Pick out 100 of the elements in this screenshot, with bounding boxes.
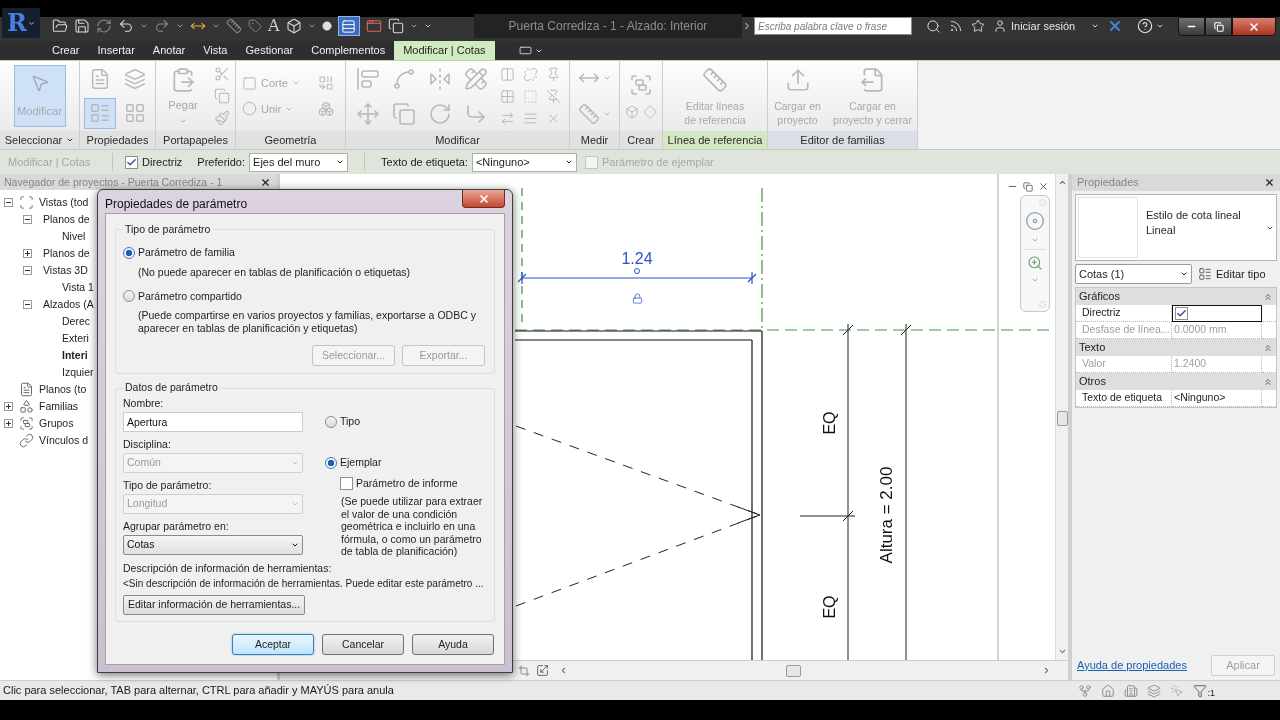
dropdown[interactable]: Cotas — [123, 535, 303, 555]
dot-icon[interactable] — [1039, 301, 1046, 308]
dimension-line[interactable] — [517, 271, 757, 285]
wheel-icon[interactable] — [1025, 211, 1045, 231]
tree-item[interactable]: Planos de — [43, 211, 90, 228]
tree-item[interactable]: Vistas 3D — [43, 262, 88, 279]
lock-icon[interactable] — [632, 293, 643, 304]
crop-icon[interactable] — [518, 664, 530, 677]
search-field[interactable]: Escriba palabra clave o frase — [754, 17, 912, 35]
dot-icon[interactable] — [321, 21, 332, 31]
rectangle-icon[interactable] — [518, 44, 532, 57]
horizontal-scrollbar[interactable] — [559, 662, 1051, 679]
tree-item[interactable]: Alzados (A — [43, 296, 94, 313]
feed-icon[interactable] — [949, 19, 963, 33]
tree-item[interactable]: Planos (to — [39, 381, 87, 398]
building-icon[interactable] — [1124, 683, 1139, 698]
type-selector[interactable]: Estilo de cota lineal Lineal — [1075, 194, 1277, 261]
scroll-thumb[interactable] — [1056, 411, 1068, 426]
close-icon[interactable] — [1038, 181, 1049, 192]
collapse-icon[interactable] — [1263, 291, 1273, 302]
scale-icon[interactable] — [536, 664, 549, 677]
copy-icon[interactable] — [214, 88, 230, 104]
checkbox[interactable] — [340, 476, 353, 490]
ribbon-tab[interactable]: Complementos — [302, 41, 395, 60]
filter-icon[interactable] — [1193, 683, 1208, 698]
tree-item[interactable]: Interi — [62, 347, 88, 364]
radio-button[interactable] — [123, 290, 135, 303]
copy-icon[interactable] — [392, 101, 416, 126]
plus-box-icon[interactable] — [23, 249, 32, 258]
radio-button[interactable] — [325, 456, 337, 469]
ruler-icon[interactable] — [578, 103, 600, 125]
zoom-icon[interactable] — [1027, 255, 1043, 271]
help-link[interactable]: Ayuda de propiedades — [1077, 656, 1187, 674]
tag-icon[interactable] — [248, 19, 262, 33]
ribbon-tab[interactable]: Gestionar — [236, 41, 303, 60]
category-header[interactable]: Otros — [1076, 373, 1276, 390]
brush-icon[interactable] — [214, 110, 230, 126]
tree-item[interactable]: Derec — [62, 313, 90, 330]
boxes-icon[interactable] — [318, 100, 334, 117]
tree-item[interactable]: Vistas (tod — [39, 194, 89, 211]
vertical-scrollbar[interactable] — [1055, 174, 1068, 660]
search-icon[interactable] — [926, 18, 941, 34]
folder-icon[interactable] — [52, 18, 68, 34]
ribbon-tab[interactable]: Insertar — [88, 41, 144, 60]
tree-item[interactable]: Planos de — [43, 245, 90, 262]
radio-button[interactable] — [325, 415, 337, 428]
minus-box-icon[interactable] — [23, 215, 32, 224]
shapes-icon[interactable] — [318, 75, 334, 92]
radio-button[interactable] — [123, 246, 135, 259]
dot-icon[interactable] — [1039, 199, 1046, 206]
mirror-icon[interactable] — [428, 66, 452, 91]
caret-icon[interactable] — [1156, 22, 1165, 30]
grid-icon[interactable] — [500, 88, 515, 104]
minus-box-icon[interactable] — [4, 198, 13, 207]
minus-box-icon[interactable] — [23, 266, 32, 275]
tree-item[interactable]: Familias — [39, 398, 79, 415]
sign-in-button[interactable]: Iniciar sesión — [993, 17, 1076, 35]
checkbox[interactable] — [1175, 307, 1188, 320]
ribbon-tab[interactable]: Anotar — [143, 41, 195, 60]
cube-icon[interactable] — [285, 18, 302, 34]
dimension-value[interactable]: 1.24 — [621, 250, 653, 268]
text-input[interactable]: Apertura — [123, 412, 303, 432]
windows-icon[interactable] — [387, 18, 404, 34]
pointer-icon[interactable] — [1170, 683, 1185, 698]
toggle-button[interactable] — [337, 16, 360, 36]
help-icon[interactable] — [1137, 18, 1154, 34]
collapse-icon[interactable] — [1263, 376, 1273, 387]
text-tool-button[interactable]: A — [268, 18, 280, 34]
plus-box-icon[interactable] — [4, 419, 13, 428]
layers-icon[interactable] — [1147, 683, 1162, 698]
minus-box-icon[interactable] — [23, 300, 32, 309]
dialog-button[interactable]: Ayuda — [412, 634, 494, 655]
minimize-button[interactable] — [1178, 17, 1205, 36]
category-header[interactable]: Gráficos — [1076, 288, 1276, 305]
close-button[interactable] — [1232, 17, 1276, 36]
scroll-thumb[interactable] — [786, 664, 801, 677]
window-icon[interactable] — [365, 18, 382, 34]
arrows-icon[interactable] — [500, 110, 515, 126]
tree-item[interactable]: Grupos — [39, 415, 74, 432]
close-icon[interactable] — [1264, 177, 1275, 188]
category-dropdown[interactable]: Cotas (1) — [1075, 264, 1192, 284]
ribbon-tab[interactable]: Crear — [43, 41, 89, 60]
caret-icon[interactable] — [140, 22, 148, 30]
unlink-icon[interactable] — [523, 66, 538, 82]
plus-box-icon[interactable] — [4, 402, 13, 411]
property-value[interactable] — [1172, 305, 1262, 322]
move-icon[interactable] — [356, 101, 380, 126]
pencil-ruler-icon[interactable] — [464, 66, 488, 91]
checkbox[interactable] — [125, 155, 138, 169]
restore-icon[interactable] — [1023, 181, 1033, 192]
pin-icon[interactable] — [546, 66, 561, 82]
save-icon[interactable] — [74, 18, 90, 34]
restore-button[interactable] — [1205, 17, 1232, 36]
rotate-icon[interactable] — [428, 101, 452, 126]
caret-icon[interactable] — [212, 22, 220, 30]
dialog-button[interactable]: Aceptar — [232, 634, 314, 655]
preferred-dropdown[interactable]: Ejes del muro — [249, 152, 349, 172]
tree-item[interactable]: Exteri — [62, 330, 89, 347]
tool-button[interactable] — [84, 97, 116, 129]
grip-icon[interactable] — [634, 268, 640, 274]
